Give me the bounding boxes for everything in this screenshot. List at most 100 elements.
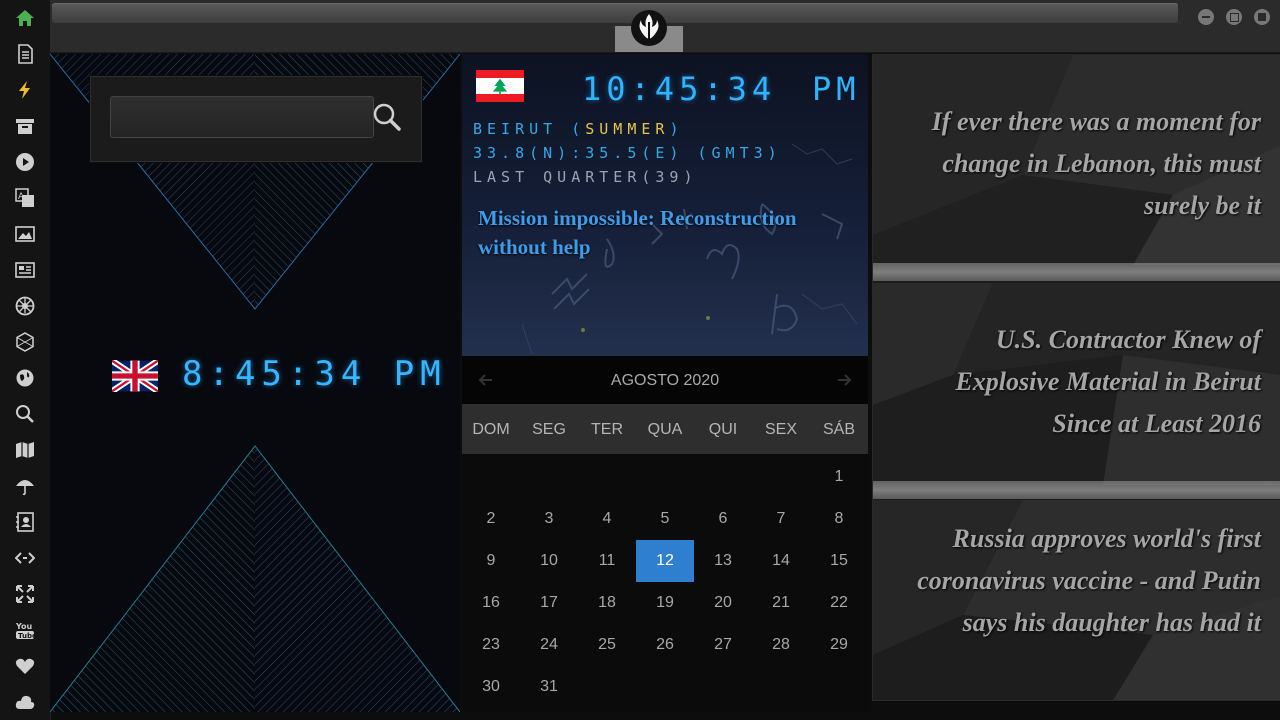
- calendar-day[interactable]: 30: [462, 666, 520, 708]
- calendar-day-names: DOM SEG TER QUA QUI SEX SÁB: [462, 404, 868, 454]
- search-box: [90, 76, 422, 162]
- calendar-day-today[interactable]: 12: [636, 540, 694, 582]
- calendar-empty-cell: [636, 456, 694, 498]
- calendar-day[interactable]: 26: [636, 624, 694, 666]
- calendar-day[interactable]: 9: [462, 540, 520, 582]
- calendar-day[interactable]: 21: [752, 582, 810, 624]
- uk-flag-icon: [112, 360, 158, 392]
- lebanon-ampm: PM: [812, 70, 861, 108]
- close-button[interactable]: [1254, 9, 1270, 25]
- calendar-day[interactable]: 17: [520, 582, 578, 624]
- news-item[interactable]: Russia approves world's first coronaviru…: [891, 518, 1261, 644]
- calendar-day[interactable]: 19: [636, 582, 694, 624]
- uk-clock: 8:45:34 PM: [182, 354, 447, 394]
- calendar-week: 23 24 25 26 27 28 29: [462, 624, 868, 666]
- next-month-arrow-icon[interactable]: [832, 368, 856, 392]
- news-item[interactable]: If ever there was a moment for change in…: [891, 101, 1261, 227]
- minimize-button[interactable]: [1198, 9, 1214, 25]
- cloud-icon[interactable]: [13, 690, 37, 714]
- home-icon[interactable]: [13, 6, 37, 30]
- calendar-day[interactable]: 27: [694, 624, 752, 666]
- calendar-day[interactable]: 16: [462, 582, 520, 624]
- day-name: SÁB: [822, 421, 855, 438]
- calendar-week: 16 17 18 19 20 21 22: [462, 582, 868, 624]
- divider: [873, 481, 1280, 499]
- calendar-day[interactable]: 11: [578, 540, 636, 582]
- calendar-day[interactable]: 28: [752, 624, 810, 666]
- calendar-day[interactable]: 24: [520, 624, 578, 666]
- city-line: BEIRUT (SUMMER): [473, 120, 684, 138]
- calendar-day[interactable]: 13: [694, 540, 752, 582]
- lebanon-panel: 10:45:34 PM BEIRUT (SUMMER) 33.8(N):35.5…: [462, 54, 868, 712]
- newspaper-icon[interactable]: [13, 258, 37, 282]
- code-icon[interactable]: [13, 546, 37, 570]
- svg-text:Tube: Tube: [18, 632, 35, 640]
- maximize-button[interactable]: [1226, 9, 1242, 25]
- calendar-empty-cell: [462, 456, 520, 498]
- hexagon-icon[interactable]: [13, 330, 37, 354]
- calendar-day[interactable]: 7: [752, 498, 810, 540]
- day-name: DOM: [472, 421, 510, 438]
- day-name: QUA: [647, 421, 683, 438]
- svg-text:You: You: [15, 622, 33, 631]
- calendar-day[interactable]: 15: [810, 540, 868, 582]
- coordinates: 33.8(N):35.5(E) (GMT3): [473, 144, 782, 162]
- calendar-empty-cell: [694, 666, 752, 708]
- divider: [873, 263, 1280, 281]
- season: SUMMER: [585, 120, 670, 138]
- umbrella-icon[interactable]: [13, 474, 37, 498]
- calendar-day[interactable]: 18: [578, 582, 636, 624]
- translate-icon[interactable]: A: [13, 186, 37, 210]
- lightning-icon[interactable]: [13, 78, 37, 102]
- youtube-icon[interactable]: You Tube: [13, 618, 37, 642]
- calendar-day[interactable]: 29: [810, 624, 868, 666]
- search-input[interactable]: [110, 96, 374, 138]
- lebanon-info: 10:45:34 PM BEIRUT (SUMMER) 33.8(N):35.5…: [462, 54, 868, 356]
- day-name: QUI: [708, 421, 738, 438]
- rebel-alliance-logo-icon: [631, 10, 667, 46]
- calendar-day[interactable]: 25: [578, 624, 636, 666]
- calendar-empty-cell: [752, 456, 810, 498]
- news-item[interactable]: U.S. Contractor Knew of Explosive Materi…: [901, 319, 1261, 445]
- contacts-icon[interactable]: [13, 510, 37, 534]
- calendar-day[interactable]: 3: [520, 498, 578, 540]
- expand-icon[interactable]: [13, 582, 37, 606]
- calendar-day[interactable]: 31: [520, 666, 578, 708]
- calendar-day[interactable]: 1: [810, 456, 868, 498]
- calendar-day[interactable]: 22: [810, 582, 868, 624]
- heart-icon[interactable]: [13, 654, 37, 678]
- map-icon[interactable]: [13, 438, 37, 462]
- calendar-week: 30 31: [462, 666, 868, 708]
- calendar-day[interactable]: 5: [636, 498, 694, 540]
- calendar-empty-cell: [578, 666, 636, 708]
- calendar-empty-cell: [694, 456, 752, 498]
- archive-icon[interactable]: [13, 114, 37, 138]
- calendar-day[interactable]: 10: [520, 540, 578, 582]
- calendar-empty-cell: [752, 666, 810, 708]
- news-headline[interactable]: Mission impossible: Reconstruction witho…: [478, 204, 848, 262]
- image-icon[interactable]: [13, 222, 37, 246]
- calendar-month: AGOSTO 2020: [610, 372, 720, 389]
- address-bar[interactable]: [52, 3, 1178, 23]
- calendar-day[interactable]: 2: [462, 498, 520, 540]
- calendar-header: AGOSTO 2020: [462, 356, 868, 404]
- calendar-day[interactable]: 6: [694, 498, 752, 540]
- calendar-day[interactable]: 4: [578, 498, 636, 540]
- play-icon[interactable]: [13, 150, 37, 174]
- lebanon-time: 10:45:34: [582, 70, 777, 108]
- day-name: TER: [591, 421, 623, 438]
- search-icon[interactable]: [371, 101, 403, 133]
- empire-icon[interactable]: [13, 294, 37, 318]
- search-icon[interactable]: [13, 402, 37, 426]
- calendar-day[interactable]: 14: [752, 540, 810, 582]
- calendar-day[interactable]: 8: [810, 498, 868, 540]
- world-clock-panel: 8:45:34 PM: [50, 54, 460, 712]
- calendar-day[interactable]: 20: [694, 582, 752, 624]
- calendar-week: 2345678: [462, 498, 868, 540]
- document-icon[interactable]: [13, 42, 37, 66]
- moon-phase: LAST QUARTER(39): [473, 168, 698, 186]
- news-panel: If ever there was a moment for change in…: [872, 54, 1280, 701]
- globe-icon[interactable]: [13, 366, 37, 390]
- calendar-empty-cell: [520, 456, 578, 498]
- calendar-day[interactable]: 23: [462, 624, 520, 666]
